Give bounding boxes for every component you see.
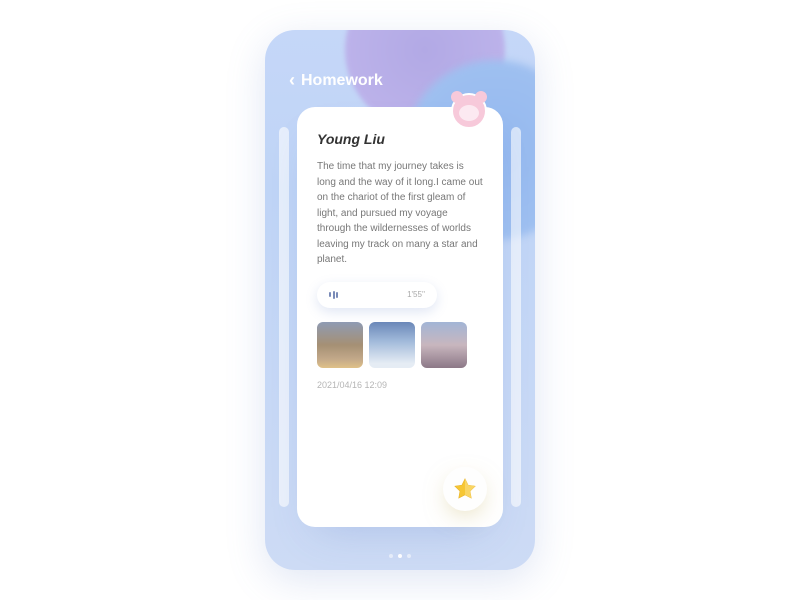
card-carousel[interactable]: Young Liu The time that my journey takes… xyxy=(265,107,535,527)
page-title[interactable]: Homework xyxy=(301,72,383,90)
audio-player[interactable]: 1'55'' xyxy=(317,282,437,308)
star-icon xyxy=(451,475,479,503)
thumbnail-image[interactable] xyxy=(421,322,467,368)
mascot-icon xyxy=(451,93,487,129)
prev-card-peek[interactable] xyxy=(279,127,289,507)
image-thumbnails xyxy=(317,322,483,368)
pagination-dots xyxy=(389,554,411,558)
author-name: Young Liu xyxy=(317,131,483,147)
star-button[interactable] xyxy=(443,467,487,511)
sound-wave-icon xyxy=(329,291,338,299)
avatar xyxy=(449,91,489,131)
homework-card: Young Liu The time that my journey takes… xyxy=(297,107,503,527)
thumbnail-image[interactable] xyxy=(369,322,415,368)
audio-duration: 1'55'' xyxy=(407,290,425,299)
pagination-dot-active[interactable] xyxy=(398,554,402,558)
pagination-dot[interactable] xyxy=(389,554,393,558)
timestamp: 2021/04/16 12:09 xyxy=(317,380,483,390)
homework-text: The time that my journey takes is long a… xyxy=(317,159,483,268)
next-card-peek[interactable] xyxy=(511,127,521,507)
thumbnail-image[interactable] xyxy=(317,322,363,368)
pagination-dot[interactable] xyxy=(407,554,411,558)
phone-screen: ‹ Homework Young Liu The time that my jo… xyxy=(265,30,535,570)
back-chevron-icon[interactable]: ‹ xyxy=(289,70,295,91)
header: ‹ Homework xyxy=(265,30,535,107)
